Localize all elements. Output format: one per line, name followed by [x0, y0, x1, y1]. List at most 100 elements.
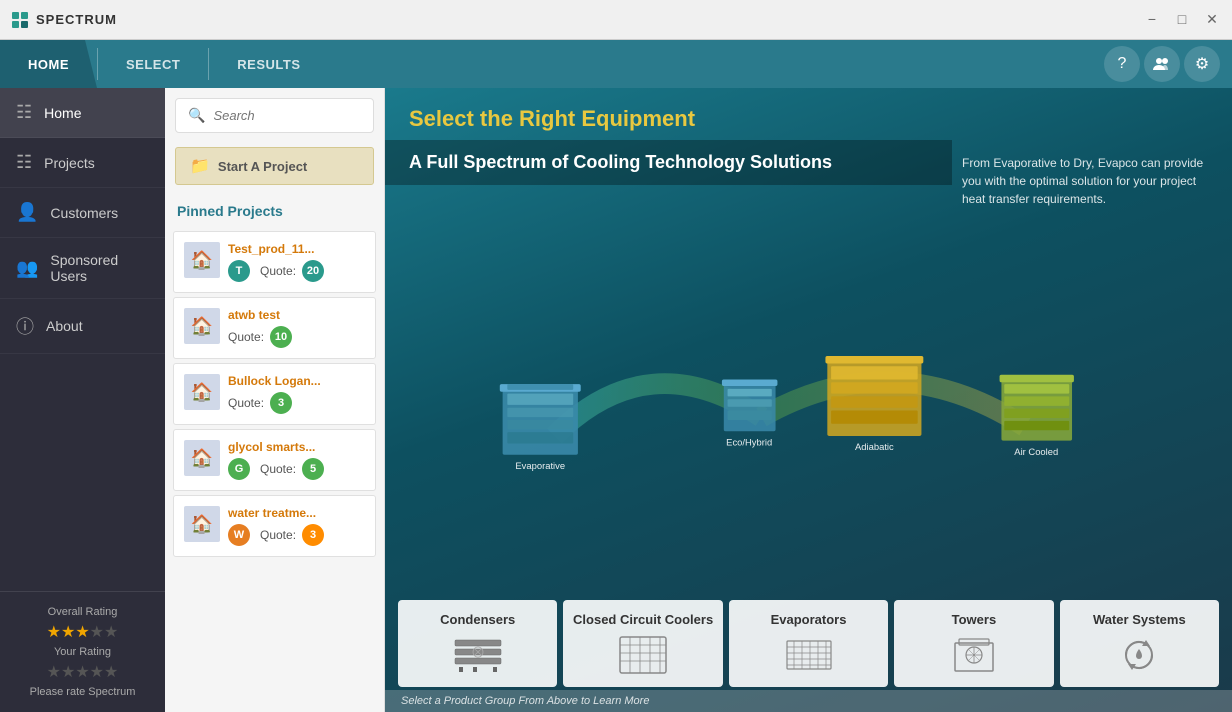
- project-name: water treatme...: [228, 506, 365, 520]
- quote-label: Quote:: [260, 462, 296, 476]
- maximize-button[interactable]: □: [1172, 11, 1192, 28]
- sidebar-item-about-label: About: [46, 318, 83, 334]
- person-add-icon: 👥: [16, 258, 38, 279]
- towers-label: Towers: [952, 612, 997, 627]
- your-stars: ★★★★★: [12, 662, 153, 682]
- project-quote: Quote: 3: [228, 392, 365, 414]
- project-thumbnail: 🏠: [184, 374, 220, 410]
- home-icon: ☷: [16, 102, 32, 123]
- towers-icon: [949, 635, 999, 675]
- project-avatar: T: [228, 260, 250, 282]
- svg-text:Adiabatic: Adiabatic: [855, 441, 894, 452]
- closed-circuit-coolers-category[interactable]: Closed Circuit Coolers: [563, 600, 722, 687]
- svg-text:Evaporative: Evaporative: [515, 459, 565, 470]
- projects-list[interactable]: 🏠 Test_prod_11... T Quote: 20 🏠 atwb tes…: [165, 227, 384, 712]
- sidebar-item-projects[interactable]: ☷ Projects: [0, 138, 165, 188]
- svg-text:Eco/Hybrid: Eco/Hybrid: [726, 436, 772, 447]
- content-subtitle: A Full Spectrum of Cooling Technology So…: [409, 152, 928, 173]
- condensers-category[interactable]: Condensers: [398, 600, 557, 687]
- product-categories: Condensers Closed C: [385, 597, 1232, 690]
- start-project-button[interactable]: 📁 Start A Project: [175, 147, 374, 185]
- sidebar-item-about[interactable]: ⓘ About: [0, 299, 165, 354]
- sidebar-item-customers-label: Customers: [50, 205, 118, 221]
- project-item[interactable]: 🏠 water treatme... W Quote: 3: [173, 495, 376, 557]
- evaporative-tower: Evaporative: [500, 384, 581, 471]
- project-thumbnail: 🏠: [184, 308, 220, 344]
- tab-home[interactable]: HOME: [0, 40, 97, 88]
- adiabatic-unit: Adiabatic: [825, 355, 923, 451]
- towers-category[interactable]: Towers: [894, 600, 1053, 687]
- quote-label: Quote:: [260, 264, 296, 278]
- eco-hybrid-unit: Eco/Hybrid: [722, 379, 778, 447]
- quote-badge: 5: [302, 458, 324, 480]
- status-text: Select a Product Group From Above to Lea…: [401, 695, 649, 707]
- project-avatar: G: [228, 458, 250, 480]
- person-icon: 👤: [16, 202, 38, 223]
- project-name: glycol smarts...: [228, 440, 365, 454]
- minimize-button[interactable]: −: [1142, 11, 1162, 28]
- quote-badge: 20: [302, 260, 324, 282]
- project-name: Bullock Logan...: [228, 374, 365, 388]
- project-item[interactable]: 🏠 Test_prod_11... T Quote: 20: [173, 231, 376, 293]
- project-item[interactable]: 🏠 glycol smarts... G Quote: 5: [173, 429, 376, 491]
- project-info: Test_prod_11... T Quote: 20: [228, 242, 365, 282]
- project-name: Test_prod_11...: [228, 242, 365, 256]
- pinned-projects-header: Pinned Projects: [165, 195, 384, 227]
- closed-circuit-coolers-label: Closed Circuit Coolers: [573, 612, 713, 627]
- main-content: Select the Right Equipment A Full Spectr…: [385, 88, 1232, 712]
- sidebar: ☷ Home ☷ Projects 👤 Customers 👥 Sponsore…: [0, 88, 165, 712]
- search-icon: 🔍: [188, 107, 205, 124]
- quote-badge: 3: [302, 524, 324, 546]
- water-systems-category[interactable]: Water Systems: [1060, 600, 1219, 687]
- quote-label: Quote:: [228, 396, 264, 410]
- window-controls: − □ ✕: [1142, 11, 1222, 28]
- project-thumbnail: 🏠: [184, 242, 220, 278]
- project-info: water treatme... W Quote: 3: [228, 506, 365, 546]
- sidebar-item-customers[interactable]: 👤 Customers: [0, 188, 165, 238]
- project-item[interactable]: 🏠 Bullock Logan... Quote: 3: [173, 363, 376, 425]
- sidebar-item-home-label: Home: [44, 105, 81, 121]
- water-systems-icon: [1114, 635, 1164, 675]
- project-info: atwb test Quote: 10: [228, 308, 365, 348]
- content-header: Select the Right Equipment: [385, 88, 1232, 140]
- sidebar-item-projects-label: Projects: [44, 155, 95, 171]
- sidebar-item-home[interactable]: ☷ Home: [0, 88, 165, 138]
- left-panel: 🔍 📁 Start A Project Pinned Projects 🏠 Te…: [165, 88, 385, 712]
- folder-icon: 📁: [190, 156, 210, 176]
- project-item[interactable]: 🏠 atwb test Quote: 10: [173, 297, 376, 359]
- settings-button[interactable]: ⚙: [1184, 46, 1220, 82]
- quote-badge: 3: [270, 392, 292, 414]
- info-icon: ⓘ: [16, 313, 34, 339]
- project-quote: G Quote: 5: [228, 458, 365, 480]
- project-thumbnail: 🏠: [184, 440, 220, 476]
- sidebar-item-sponsored[interactable]: 👥 Sponsored Users: [0, 238, 165, 299]
- status-bar: Select a Product Group From Above to Lea…: [385, 690, 1232, 712]
- evaporators-category[interactable]: Evaporators: [729, 600, 888, 687]
- tab-results[interactable]: RESULTS: [209, 40, 328, 88]
- users-button[interactable]: [1144, 46, 1180, 82]
- project-avatar: W: [228, 524, 250, 546]
- quote-label: Quote:: [260, 528, 296, 542]
- project-info: glycol smarts... G Quote: 5: [228, 440, 365, 480]
- main-layout: ☷ Home ☷ Projects 👤 Customers 👥 Sponsore…: [0, 88, 1232, 712]
- evaporators-label: Evaporators: [771, 612, 847, 627]
- evaporators-icon: [784, 635, 834, 675]
- subtitle-bar: A Full Spectrum of Cooling Technology So…: [385, 140, 952, 185]
- app-logo: SPECTRUM: [10, 10, 117, 30]
- close-button[interactable]: ✕: [1202, 11, 1222, 28]
- tab-select[interactable]: SELECT: [98, 40, 208, 88]
- start-project-label: Start A Project: [218, 159, 307, 174]
- help-button[interactable]: ?: [1104, 46, 1140, 82]
- project-thumbnail: 🏠: [184, 506, 220, 542]
- air-cooled-unit: Air Cooled: [1000, 374, 1074, 456]
- content-description: From Evaporative to Dry, Evapco can prov…: [952, 140, 1232, 208]
- quote-badge: 10: [270, 326, 292, 348]
- search-box[interactable]: 🔍: [175, 98, 374, 133]
- project-quote: T Quote: 20: [228, 260, 365, 282]
- svg-text:Air Cooled: Air Cooled: [1014, 445, 1058, 456]
- condensers-icon: [453, 635, 503, 675]
- project-quote: Quote: 10: [228, 326, 365, 348]
- your-rating-label: Your Rating: [12, 646, 153, 658]
- water-systems-label: Water Systems: [1093, 612, 1186, 627]
- search-input[interactable]: [213, 108, 361, 123]
